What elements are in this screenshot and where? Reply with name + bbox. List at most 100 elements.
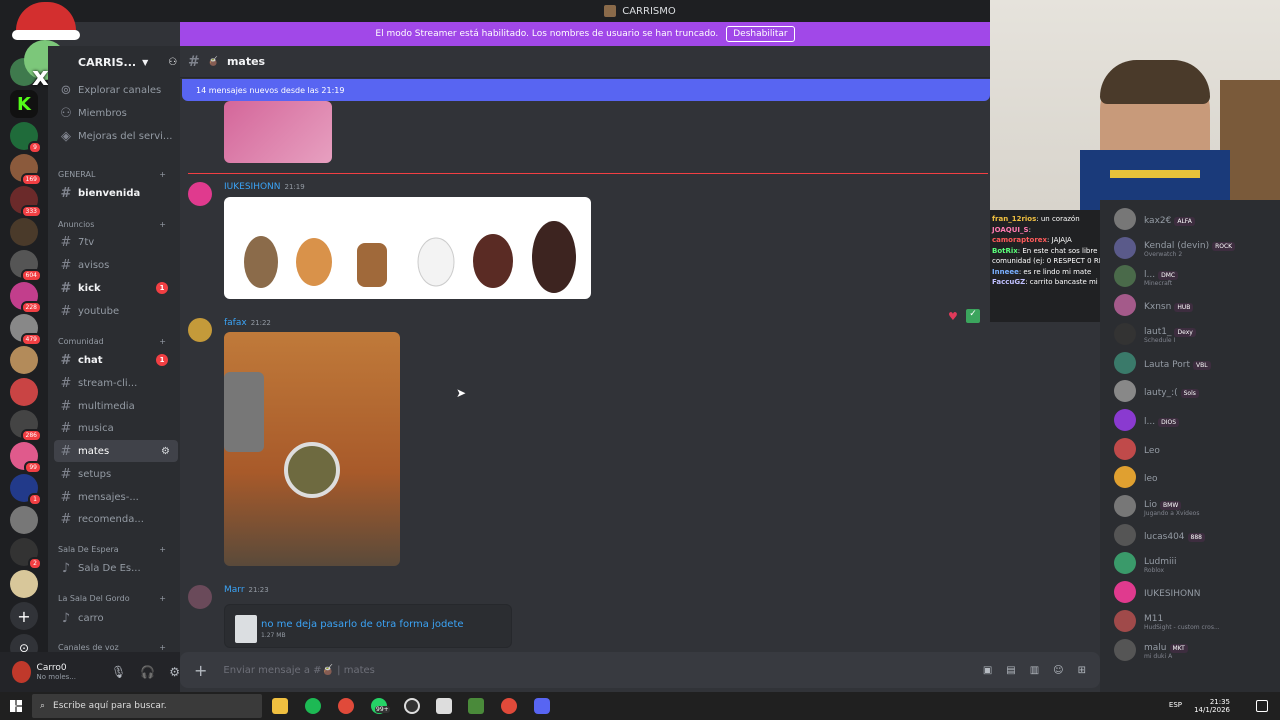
message-author[interactable]: Marr	[224, 585, 245, 595]
windows-start-icon[interactable]	[10, 700, 22, 712]
message-2-avatar[interactable]	[188, 318, 212, 342]
message-author[interactable]: IUKESIHONN	[224, 182, 281, 192]
member-item[interactable]: lauty_:(Sols	[1114, 378, 1274, 404]
nav-members[interactable]: ⚇ Miembros	[54, 102, 178, 124]
new-messages-bar[interactable]: 14 mensajes nuevos desde las 21:19	[182, 79, 990, 101]
member-item[interactable]: Kxnsn HUB	[1114, 292, 1274, 318]
member-item[interactable]: IUKESIHONN	[1114, 579, 1274, 605]
server-icon-5[interactable]	[10, 218, 38, 246]
file-name[interactable]: no me deja pasarlo de otra forma jodete	[261, 619, 464, 630]
server-icon-13[interactable]: 1	[10, 474, 42, 506]
channel-sala-espera[interactable]: ♪ Sala De Es...	[54, 557, 178, 579]
server-icon-16[interactable]	[10, 570, 38, 598]
member-item[interactable]: leo	[1114, 464, 1274, 490]
message-1-avatar[interactable]	[188, 182, 212, 206]
mate-photo[interactable]	[224, 332, 400, 566]
add-channel-icon[interactable]: +	[159, 337, 166, 346]
member-item[interactable]: laut1_ Dexy Schedule I	[1114, 321, 1274, 347]
file-explorer-icon[interactable]	[272, 698, 288, 714]
channel-mensajes[interactable]: # mensajes-...	[54, 486, 178, 508]
channel-chat[interactable]: # chat 1	[54, 349, 178, 371]
member-item[interactable]: Lauta Port VBL	[1114, 350, 1274, 376]
member-item[interactable]: Kendal (devin) ROCK Overwatch 2	[1114, 235, 1274, 261]
mates-image[interactable]	[224, 197, 591, 299]
message-composer[interactable]: + Enviar mensaje a #🧉 | mates ▣ ▤ ▥ ☺ ⊞	[180, 652, 1100, 688]
emoji-icon[interactable]: ☺	[1053, 665, 1063, 676]
category-sala-gordo[interactable]: La Sala Del Gordo +	[58, 594, 166, 603]
obs-icon[interactable]	[404, 698, 420, 714]
gif-icon[interactable]: ▤	[1006, 665, 1015, 676]
server-icon-15[interactable]: 2	[10, 538, 42, 570]
member-item[interactable]: Leo	[1114, 436, 1274, 462]
spotify-icon[interactable]	[305, 698, 321, 714]
headphones-icon[interactable]: 🎧	[140, 665, 155, 679]
server-icon-8[interactable]: 479	[10, 314, 42, 346]
chrome-alt-icon[interactable]	[501, 698, 517, 714]
sticker-icon[interactable]: ▥	[1030, 665, 1039, 676]
channel-multimedia[interactable]: # multimedia	[54, 395, 178, 417]
file-attachment[interactable]: no me deja pasarlo de otra forma jodete …	[224, 604, 512, 648]
message-3-avatar[interactable]	[188, 585, 212, 609]
channel-avisos[interactable]: # avisos	[54, 254, 178, 276]
add-attachment-icon[interactable]: +	[194, 661, 207, 680]
system-clock[interactable]: 21:35 14/1/2026	[1194, 692, 1230, 720]
member-item[interactable]: Ludmiii Roblox	[1114, 550, 1274, 576]
server-icon-6[interactable]: 604	[10, 250, 42, 282]
add-channel-icon[interactable]: +	[159, 220, 166, 229]
category-general[interactable]: GENERAL +	[58, 170, 166, 179]
server-icon-4[interactable]: 333	[10, 186, 42, 218]
apps-icon[interactable]: ⊞	[1078, 665, 1086, 676]
disable-streamer-button[interactable]: Deshabilitar	[726, 26, 795, 42]
microphone-icon[interactable]: 🎙	[111, 665, 126, 679]
add-channel-icon[interactable]: +	[159, 545, 166, 554]
gift-icon[interactable]: ▣	[983, 665, 992, 676]
add-server-icon[interactable]: +	[10, 602, 38, 630]
settings-icon[interactable]: ⚙	[169, 665, 180, 679]
member-item[interactable]: malu MKT mi duki A	[1114, 637, 1274, 663]
channel-recomenda[interactable]: # recomenda...	[54, 508, 178, 530]
notification-icon[interactable]	[1256, 700, 1268, 712]
channel-7tv[interactable]: #7tv	[54, 231, 178, 253]
channel-youtube[interactable]: # youtube	[54, 300, 178, 322]
server-icon-9[interactable]	[10, 346, 38, 374]
discord-icon[interactable]	[534, 698, 550, 714]
category-comunidad[interactable]: Comunidad +	[58, 337, 166, 346]
add-channel-icon[interactable]: +	[159, 594, 166, 603]
member-item[interactable]: l... DMC Minecraft	[1114, 263, 1274, 289]
minecraft-icon[interactable]	[468, 698, 484, 714]
channel-musica[interactable]: # musica	[54, 417, 178, 439]
add-channel-icon[interactable]: +	[159, 170, 166, 179]
nav-explore-channels[interactable]: ⊚ Explorar canales	[54, 79, 178, 101]
member-item[interactable]: lucas404 888	[1114, 522, 1274, 548]
channel-bienvenida[interactable]: # bienvenida	[54, 182, 178, 204]
calculator-icon[interactable]	[436, 698, 452, 714]
server-header[interactable]: CARRIS... ▼ ⚇	[48, 46, 180, 78]
reaction-check-icon[interactable]: ✓	[966, 309, 980, 323]
add-user-icon[interactable]: ⚇	[168, 57, 177, 68]
avatar[interactable]	[12, 661, 31, 683]
server-icon-14[interactable]	[10, 506, 38, 534]
category-sala-espera[interactable]: Sala De Espera +	[58, 545, 166, 554]
channel-carro[interactable]: ♪ carro	[54, 607, 178, 629]
gear-icon[interactable]: ⚙	[161, 446, 170, 457]
language-indicator[interactable]: ESP	[1169, 701, 1182, 709]
server-icon-3[interactable]: 169	[10, 154, 42, 186]
add-channel-icon[interactable]: +	[159, 643, 166, 652]
member-item[interactable]: kax2€ ALFA	[1114, 206, 1274, 232]
channel-setups[interactable]: # setups	[54, 463, 178, 485]
member-item[interactable]: M11 HudSight - custom cros...	[1114, 608, 1274, 634]
channel-mates[interactable]: # mates ⚙	[54, 440, 178, 462]
nav-boosts[interactable]: ◈ Mejoras del servi...	[54, 125, 178, 147]
reaction-heart-icon[interactable]: ♥	[948, 310, 958, 323]
category-anuncios[interactable]: Anuncios +	[58, 220, 166, 229]
server-icon-12[interactable]: 99	[10, 442, 42, 474]
chrome-icon[interactable]	[338, 698, 354, 714]
message-author[interactable]: fafax	[224, 318, 247, 328]
category-voz[interactable]: Canales de voz +	[58, 643, 166, 652]
server-icon-7[interactable]: 228	[10, 282, 42, 314]
whatsapp-icon[interactable]: 99+	[371, 698, 390, 714]
taskbar-search[interactable]: ⌕ Escribe aquí para buscar.	[32, 694, 262, 718]
channel-kick[interactable]: # kick 1	[54, 277, 178, 299]
channel-stream-clips[interactable]: # stream-cli...	[54, 372, 178, 394]
server-icon-2[interactable]: 9	[10, 122, 42, 154]
